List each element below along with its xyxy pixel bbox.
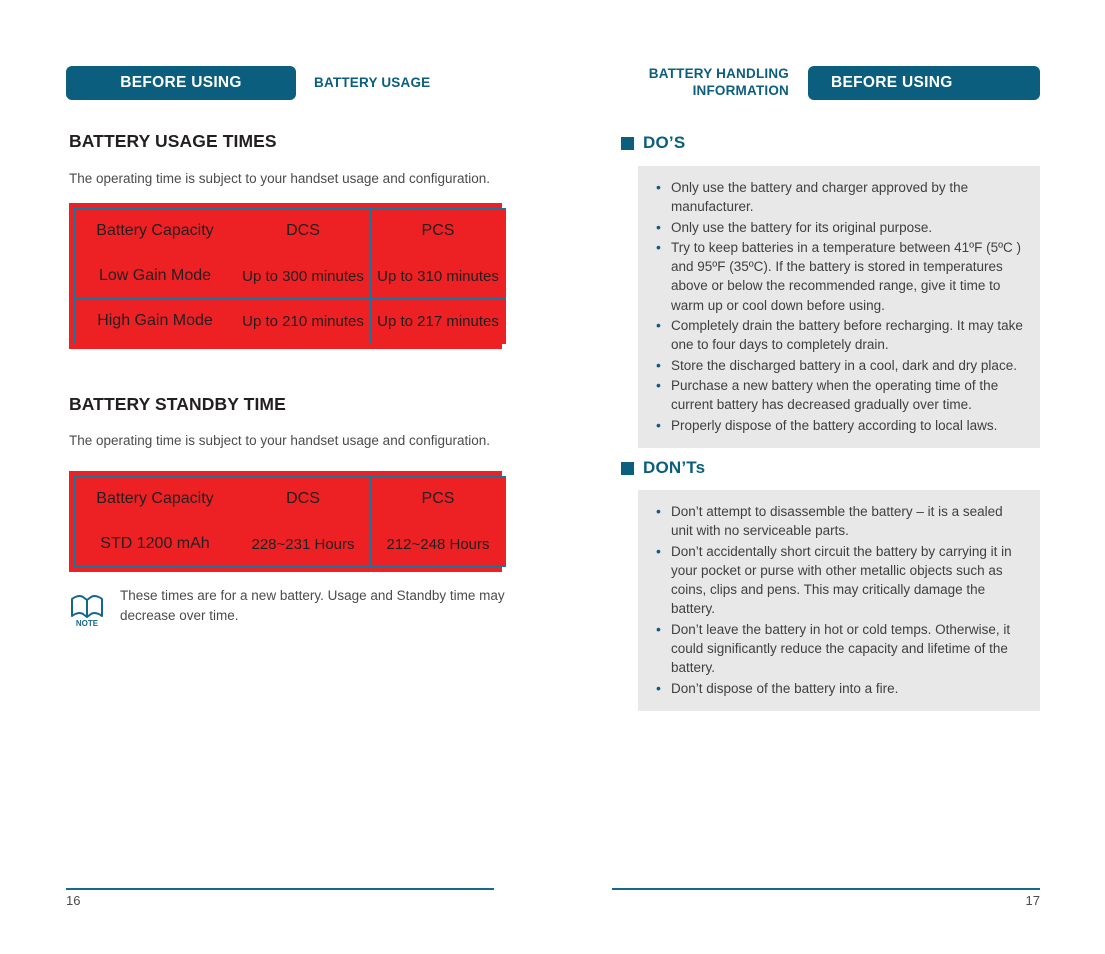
section-heading-label: DON’Ts: [643, 458, 706, 477]
donts-list: Don’t attempt to disassemble the battery…: [652, 501, 1026, 698]
list-item: Don’t dispose of the battery into a fire…: [652, 678, 1026, 698]
note-icon-label: NOTE: [76, 619, 99, 627]
left-page-number: 16: [66, 893, 81, 908]
heading-battery-standby-time: BATTERY STANDBY TIME: [69, 394, 286, 414]
chapter-tab-before-using[interactable]: BEFORE USING: [808, 66, 1040, 100]
list-item: Purchase a new battery when the operatin…: [652, 375, 1026, 415]
table-header-row: Battery Capacity DCS PCS: [74, 208, 506, 254]
list-item: Don’t accidentally short circuit the bat…: [652, 541, 1026, 619]
running-head-battery-usage: BATTERY USAGE: [314, 74, 431, 90]
note-block: NOTE These times are for a new battery. …: [68, 586, 508, 632]
section-heading-label: DO’S: [643, 133, 686, 152]
table-cell: STD 1200 mAh: [74, 521, 236, 567]
dos-list: Only use the battery and charger approve…: [652, 177, 1026, 435]
table-cell: 228~231 Hours: [235, 521, 371, 567]
list-item: Don’t leave the battery in hot or cold t…: [652, 619, 1026, 678]
chapter-tab-before-using[interactable]: BEFORE USING: [66, 66, 296, 100]
left-page-header: BEFORE USING BATTERY USAGE: [66, 66, 430, 100]
right-page-number: 17: [1025, 893, 1040, 908]
square-bullet-icon: [621, 136, 634, 150]
running-head-line-1: BATTERY HANDLING: [648, 66, 789, 82]
table-cell: High Gain Mode: [74, 298, 236, 344]
list-item: Only use the battery and charger approve…: [652, 177, 1026, 217]
left-page: BEFORE USING BATTERY USAGE BATTERY USAGE…: [0, 0, 552, 954]
donts-panel: Don’t attempt to disassemble the battery…: [638, 490, 1040, 711]
left-footer-rule: [66, 888, 494, 890]
note-book-icon: NOTE: [68, 587, 108, 632]
battery-standby-time-table: Battery Capacity DCS PCS STD 1200 mAh 22…: [69, 471, 506, 572]
section-heading-donts: DON’Ts: [621, 458, 705, 478]
note-text: These times are for a new battery. Usage…: [120, 588, 505, 624]
list-item: Store the discharged battery in a cool, …: [652, 355, 1026, 375]
battery-usage-times-table: Battery Capacity DCS PCS Low Gain Mode U…: [69, 203, 506, 349]
table-header-cell: Battery Capacity: [74, 208, 236, 254]
table-header-cell: PCS: [370, 476, 506, 522]
right-page: BATTERY HANDLING INFORMATION BEFORE USIN…: [552, 0, 1105, 954]
list-item: Completely drain the battery before rech…: [652, 315, 1026, 355]
table-cell: Low Gain Mode: [74, 253, 236, 299]
list-item: Try to keep batteries in a temperature b…: [652, 237, 1026, 315]
list-item: Properly dispose of the battery accordin…: [652, 415, 1026, 435]
dos-panel: Only use the battery and charger approve…: [638, 166, 1040, 448]
running-head-line-2: INFORMATION: [692, 83, 789, 98]
lead-battery-usage-times: The operating time is subject to your ha…: [69, 171, 491, 186]
table-header-cell: DCS: [235, 208, 371, 254]
right-footer-rule: [612, 888, 1040, 890]
square-bullet-icon: [621, 461, 634, 475]
table-header-cell: Battery Capacity: [74, 476, 236, 522]
table-cell: 212~248 Hours: [370, 521, 506, 567]
right-page-header: BATTERY HANDLING INFORMATION BEFORE USIN…: [639, 66, 1040, 100]
table-row: High Gain Mode Up to 210 minutes Up to 2…: [74, 298, 506, 344]
table-cell: Up to 300 minutes: [235, 253, 371, 299]
list-item: Don’t attempt to disassemble the battery…: [652, 501, 1026, 541]
table-cell: Up to 310 minutes: [370, 253, 506, 299]
table-header-cell: DCS: [235, 476, 371, 522]
table-row: Low Gain Mode Up to 300 minutes Up to 31…: [74, 253, 506, 299]
table-row: STD 1200 mAh 228~231 Hours 212~248 Hours: [74, 521, 506, 567]
running-head-battery-handling: BATTERY HANDLING INFORMATION: [639, 66, 789, 100]
section-heading-dos: DO’S: [621, 133, 685, 153]
lead-battery-standby-time: The operating time is subject to your ha…: [69, 433, 491, 448]
table-header-row: Battery Capacity DCS PCS: [74, 476, 506, 522]
list-item: Only use the battery for its original pu…: [652, 217, 1026, 237]
table-cell: Up to 217 minutes: [370, 298, 506, 344]
page-spread: BEFORE USING BATTERY USAGE BATTERY USAGE…: [0, 0, 1105, 954]
table-cell: Up to 210 minutes: [235, 298, 371, 344]
heading-battery-usage-times: BATTERY USAGE TIMES: [69, 131, 277, 151]
table-header-cell: PCS: [370, 208, 506, 254]
